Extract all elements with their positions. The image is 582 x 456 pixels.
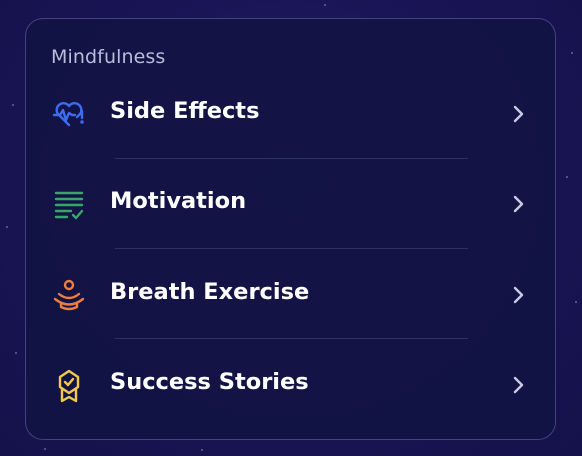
meditation-icon	[51, 278, 87, 314]
side-effects-label: Side Effects	[110, 98, 260, 124]
breath-exercise-label: Breath Exercise	[110, 279, 310, 305]
motivation-item[interactable]: Motivation	[26, 173, 557, 235]
success-stories-item[interactable]: Success Stories	[26, 354, 557, 416]
chevron-right-icon	[512, 375, 526, 395]
breath-exercise-item[interactable]: Breath Exercise	[26, 264, 557, 326]
divider	[115, 248, 468, 249]
checklist-icon	[51, 187, 87, 223]
section-title: Mindfulness	[51, 46, 166, 68]
chevron-right-icon	[512, 104, 526, 124]
divider	[115, 158, 468, 159]
award-badge-icon	[51, 368, 87, 404]
chevron-right-icon	[512, 194, 526, 214]
heartbeat-alert-icon	[51, 97, 87, 133]
side-effects-item[interactable]: Side Effects	[26, 83, 557, 145]
chevron-right-icon	[512, 285, 526, 305]
success-stories-label: Success Stories	[110, 369, 309, 395]
divider	[115, 338, 468, 339]
mindfulness-card: Mindfulness Side Effects Motivation Brea…	[25, 18, 556, 440]
motivation-label: Motivation	[110, 188, 247, 214]
